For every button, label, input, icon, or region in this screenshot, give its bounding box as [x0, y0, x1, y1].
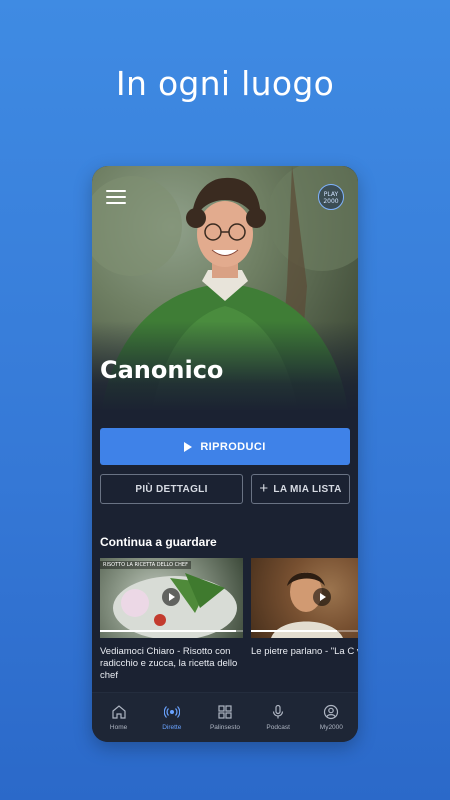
progress-bar [100, 630, 243, 632]
bottom-tab-bar: Home Dirette Palinsesto Podcast My2000 [92, 692, 358, 742]
play-circle-icon[interactable] [313, 588, 331, 606]
card-title: Le pietre parlano - "La C viene alla luc… [251, 646, 358, 657]
live-icon [163, 706, 180, 718]
my-list-button[interactable]: + LA MIA LISTA [251, 474, 350, 504]
phone-frame: PLAY 2000 Canonico RIPRODUCI PIÙ DETTAGL… [92, 166, 358, 742]
thumbnail-illustration [251, 558, 358, 638]
home-icon [111, 705, 126, 719]
app-logo: PLAY 2000 [318, 184, 344, 210]
progress-fill [251, 630, 337, 632]
tab-home[interactable]: Home [94, 704, 144, 731]
plus-icon: + [259, 479, 269, 497]
tab-label: Dirette [162, 724, 182, 731]
play-circle-icon[interactable] [162, 588, 180, 606]
logo-line2: 2000 [323, 198, 339, 205]
details-button-label: PIÙ DETTAGLI [135, 483, 208, 495]
logo-line1: PLAY [323, 191, 339, 198]
thumbnail-banner: RISOTTO LA RICETTA DELLO CHEF [100, 561, 191, 569]
grid-icon [218, 705, 232, 719]
tab-dirette[interactable]: Dirette [147, 704, 197, 731]
my-list-button-label: LA MIA LISTA [273, 483, 342, 495]
tab-podcast[interactable]: Podcast [253, 704, 303, 731]
microphone-icon [273, 704, 284, 719]
card-title: Vediamoci Chiaro - Risotto con radicchio… [100, 646, 238, 681]
video-thumbnail: RISOTTO LA RICETTA DELLO CHEF [100, 558, 243, 638]
user-icon [324, 704, 339, 720]
continue-watching-card[interactable]: Le pietre parlano - "La C viene alla luc… [251, 558, 358, 658]
progress-bar [251, 630, 358, 632]
program-title: Canonico [100, 356, 224, 384]
tab-my2000[interactable]: My2000 [306, 704, 356, 731]
play-icon [184, 441, 193, 452]
tab-label: Palinsesto [209, 724, 240, 731]
play-button[interactable]: RIPRODUCI [100, 428, 350, 465]
hamburger-menu-icon[interactable] [106, 190, 126, 204]
continue-watching-title: Continua a guardare [100, 535, 217, 549]
tab-label: Home [109, 724, 128, 731]
progress-fill [100, 630, 236, 632]
video-thumbnail [251, 558, 358, 638]
details-button[interactable]: PIÙ DETTAGLI [100, 474, 243, 504]
headline: In ogni luogo [115, 64, 335, 103]
continue-watching-card[interactable]: RISOTTO LA RICETTA DELLO CHEF Vediamoci … [100, 558, 243, 682]
tab-label: Podcast [266, 724, 290, 731]
tab-label: My2000 [319, 724, 343, 731]
tab-palinsesto[interactable]: Palinsesto [200, 704, 250, 731]
play-button-label: RIPRODUCI [200, 440, 266, 453]
